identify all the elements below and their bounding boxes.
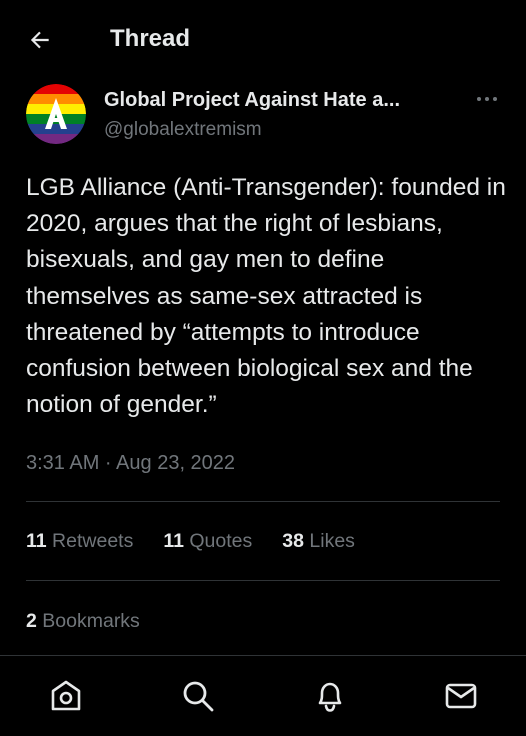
retweets-stat[interactable]: 11 Retweets	[26, 527, 133, 555]
quotes-label: Quotes	[189, 530, 253, 552]
more-horizontal-icon	[477, 97, 497, 101]
home-icon	[51, 680, 81, 711]
nav-messages-button[interactable]	[441, 676, 481, 716]
nav-notifications-button[interactable]	[310, 676, 350, 716]
arrow-left-icon	[30, 31, 49, 49]
tweet-timestamp[interactable]: 3:31 AM · Aug 23, 2022	[26, 448, 235, 478]
page-title: Thread	[110, 25, 191, 52]
author-name[interactable]: Global Project Against Hate a...	[104, 86, 400, 114]
mail-icon	[445, 683, 477, 709]
likes-label: Likes	[309, 530, 355, 552]
nav-search-button[interactable]	[178, 676, 218, 716]
divider	[26, 501, 500, 502]
bookmarks-stat[interactable]: 2 Bookmarks	[26, 607, 140, 635]
nav-home-button[interactable]	[46, 676, 86, 716]
author-handle[interactable]: @globalextremism	[104, 117, 262, 143]
divider	[26, 580, 500, 581]
bookmarks-label: Bookmarks	[42, 610, 140, 632]
bell-icon	[318, 682, 342, 712]
more-button[interactable]	[470, 84, 504, 114]
retweets-label: Retweets	[52, 530, 134, 552]
bookmarks-count: 2	[26, 610, 37, 632]
avatar[interactable]	[26, 84, 86, 144]
top-bar: Thread	[0, 0, 526, 78]
bottom-nav	[0, 655, 526, 736]
retweets-count: 11	[26, 530, 47, 552]
rainbow-logo-icon	[26, 84, 86, 144]
quotes-count: 11	[163, 530, 184, 552]
likes-count: 38	[282, 530, 304, 552]
quotes-stat[interactable]: 11 Quotes	[163, 527, 252, 555]
tweet-text: LGB Alliance (Anti-Transgender): founded…	[26, 174, 506, 419]
search-icon	[183, 681, 214, 712]
likes-stat[interactable]: 38 Likes	[282, 527, 355, 555]
back-button[interactable]	[22, 22, 58, 58]
engagement-stats: 11 Retweets 11 Quotes 38 Likes	[26, 527, 355, 555]
